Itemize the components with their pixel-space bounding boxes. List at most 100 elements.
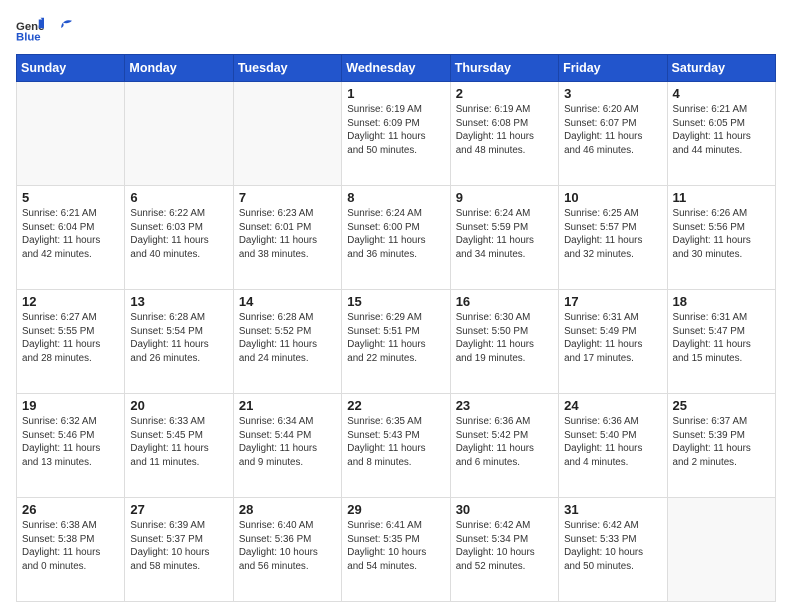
weekday-header-saturday: Saturday bbox=[667, 55, 775, 82]
logo-bird-icon bbox=[54, 19, 72, 37]
calendar-cell: 21 Sunrise: 6:34 AM Sunset: 5:44 PM Dayli… bbox=[233, 394, 341, 498]
cell-info: Sunrise: 6:31 AM Sunset: 5:49 PM Dayligh… bbox=[564, 311, 661, 366]
cell-info: Sunrise: 6:39 AM Sunset: 5:37 PM Dayligh… bbox=[130, 519, 227, 574]
day-number: 21 bbox=[239, 398, 336, 413]
calendar-cell: 29 Sunrise: 6:41 AM Sunset: 5:35 PM Dayli… bbox=[342, 498, 450, 602]
calendar-cell: 14Sunrise: 6:28 AM Sunset: 5:52 PM Dayli… bbox=[233, 290, 341, 394]
header: General Blue bbox=[16, 16, 776, 44]
cell-info: Sunrise: 6:29 AM Sunset: 5:51 PM Dayligh… bbox=[347, 311, 444, 366]
cell-info: Sunrise: 6:33 AM Sunset: 5:45 PM Dayligh… bbox=[130, 415, 227, 470]
calendar-cell: 25 Sunrise: 6:37 AM Sunset: 5:39 PM Dayli… bbox=[667, 394, 775, 498]
calendar-cell: 26 Sunrise: 6:38 AM Sunset: 5:38 PM Dayli… bbox=[17, 498, 125, 602]
cell-info: Sunrise: 6:40 AM Sunset: 5:36 PM Dayligh… bbox=[239, 519, 336, 574]
calendar-week-row: 1 Sunrise: 6:19 AM Sunset: 6:09 PM Daylig… bbox=[17, 82, 776, 186]
cell-info: Sunrise: 6:19 AM Sunset: 6:08 PM Dayligh… bbox=[456, 103, 553, 158]
calendar-week-row: 19 Sunrise: 6:32 AM Sunset: 5:46 PM Dayli… bbox=[17, 394, 776, 498]
calendar-header-row: SundayMondayTuesdayWednesdayThursdayFrid… bbox=[17, 55, 776, 82]
generalblue-logo-icon: General Blue bbox=[16, 16, 44, 44]
day-number: 13 bbox=[130, 294, 227, 309]
day-number: 12 bbox=[22, 294, 119, 309]
calendar-cell: 28 Sunrise: 6:40 AM Sunset: 5:36 PM Dayli… bbox=[233, 498, 341, 602]
calendar-cell: 20 Sunrise: 6:33 AM Sunset: 5:45 PM Dayli… bbox=[125, 394, 233, 498]
day-number: 29 bbox=[347, 502, 444, 517]
day-number: 8 bbox=[347, 190, 444, 205]
cell-info: Sunrise: 6:42 AM Sunset: 5:33 PM Dayligh… bbox=[564, 519, 661, 574]
day-number: 3 bbox=[564, 86, 661, 101]
day-number: 23 bbox=[456, 398, 553, 413]
day-number: 1 bbox=[347, 86, 444, 101]
cell-info: Sunrise: 6:24 AM Sunset: 6:00 PM Dayligh… bbox=[347, 207, 444, 262]
calendar-cell bbox=[667, 498, 775, 602]
day-number: 14 bbox=[239, 294, 336, 309]
cell-info: Sunrise: 6:28 AM Sunset: 5:54 PM Dayligh… bbox=[130, 311, 227, 366]
cell-info: Sunrise: 6:30 AM Sunset: 5:50 PM Dayligh… bbox=[456, 311, 553, 366]
day-number: 19 bbox=[22, 398, 119, 413]
weekday-header-wednesday: Wednesday bbox=[342, 55, 450, 82]
calendar-cell: 5Sunrise: 6:21 AM Sunset: 6:04 PM Daylig… bbox=[17, 186, 125, 290]
calendar-cell: 3 Sunrise: 6:20 AM Sunset: 6:07 PM Daylig… bbox=[559, 82, 667, 186]
weekday-header-thursday: Thursday bbox=[450, 55, 558, 82]
calendar-cell: 2 Sunrise: 6:19 AM Sunset: 6:08 PM Daylig… bbox=[450, 82, 558, 186]
day-number: 6 bbox=[130, 190, 227, 205]
day-number: 5 bbox=[22, 190, 119, 205]
day-number: 4 bbox=[673, 86, 770, 101]
calendar-cell: 4 Sunrise: 6:21 AM Sunset: 6:05 PM Daylig… bbox=[667, 82, 775, 186]
calendar-table: SundayMondayTuesdayWednesdayThursdayFrid… bbox=[16, 54, 776, 602]
day-number: 22 bbox=[347, 398, 444, 413]
cell-info: Sunrise: 6:41 AM Sunset: 5:35 PM Dayligh… bbox=[347, 519, 444, 574]
calendar-cell: 31 Sunrise: 6:42 AM Sunset: 5:33 PM Dayli… bbox=[559, 498, 667, 602]
day-number: 20 bbox=[130, 398, 227, 413]
cell-info: Sunrise: 6:26 AM Sunset: 5:56 PM Dayligh… bbox=[673, 207, 770, 262]
cell-info: Sunrise: 6:38 AM Sunset: 5:38 PM Dayligh… bbox=[22, 519, 119, 574]
day-number: 27 bbox=[130, 502, 227, 517]
calendar-cell: 9 Sunrise: 6:24 AM Sunset: 5:59 PM Daylig… bbox=[450, 186, 558, 290]
cell-info: Sunrise: 6:32 AM Sunset: 5:46 PM Dayligh… bbox=[22, 415, 119, 470]
day-number: 24 bbox=[564, 398, 661, 413]
day-number: 18 bbox=[673, 294, 770, 309]
cell-info: Sunrise: 6:21 AM Sunset: 6:05 PM Dayligh… bbox=[673, 103, 770, 158]
cell-info: Sunrise: 6:35 AM Sunset: 5:43 PM Dayligh… bbox=[347, 415, 444, 470]
cell-info: Sunrise: 6:31 AM Sunset: 5:47 PM Dayligh… bbox=[673, 311, 770, 366]
calendar-week-row: 5Sunrise: 6:21 AM Sunset: 6:04 PM Daylig… bbox=[17, 186, 776, 290]
svg-text:Blue: Blue bbox=[16, 32, 41, 44]
calendar-cell: 7Sunrise: 6:23 AM Sunset: 6:01 PM Daylig… bbox=[233, 186, 341, 290]
cell-info: Sunrise: 6:19 AM Sunset: 6:09 PM Dayligh… bbox=[347, 103, 444, 158]
calendar-cell: 16 Sunrise: 6:30 AM Sunset: 5:50 PM Dayli… bbox=[450, 290, 558, 394]
day-number: 2 bbox=[456, 86, 553, 101]
day-number: 7 bbox=[239, 190, 336, 205]
calendar-cell: 6 Sunrise: 6:22 AM Sunset: 6:03 PM Daylig… bbox=[125, 186, 233, 290]
cell-info: Sunrise: 6:27 AM Sunset: 5:55 PM Dayligh… bbox=[22, 311, 119, 366]
weekday-header-friday: Friday bbox=[559, 55, 667, 82]
calendar-cell: 18 Sunrise: 6:31 AM Sunset: 5:47 PM Dayli… bbox=[667, 290, 775, 394]
calendar-cell: 17 Sunrise: 6:31 AM Sunset: 5:49 PM Dayli… bbox=[559, 290, 667, 394]
weekday-header-tuesday: Tuesday bbox=[233, 55, 341, 82]
calendar-cell: 23Sunrise: 6:36 AM Sunset: 5:42 PM Dayli… bbox=[450, 394, 558, 498]
calendar-cell bbox=[17, 82, 125, 186]
cell-info: Sunrise: 6:36 AM Sunset: 5:40 PM Dayligh… bbox=[564, 415, 661, 470]
day-number: 28 bbox=[239, 502, 336, 517]
calendar-cell: 30Sunrise: 6:42 AM Sunset: 5:34 PM Dayli… bbox=[450, 498, 558, 602]
calendar-cell: 8 Sunrise: 6:24 AM Sunset: 6:00 PM Daylig… bbox=[342, 186, 450, 290]
day-number: 10 bbox=[564, 190, 661, 205]
cell-info: Sunrise: 6:34 AM Sunset: 5:44 PM Dayligh… bbox=[239, 415, 336, 470]
day-number: 11 bbox=[673, 190, 770, 205]
calendar-cell: 27 Sunrise: 6:39 AM Sunset: 5:37 PM Dayli… bbox=[125, 498, 233, 602]
logo: General Blue bbox=[16, 16, 72, 44]
day-number: 26 bbox=[22, 502, 119, 517]
day-number: 25 bbox=[673, 398, 770, 413]
cell-info: Sunrise: 6:42 AM Sunset: 5:34 PM Dayligh… bbox=[456, 519, 553, 574]
calendar-cell: 12 Sunrise: 6:27 AM Sunset: 5:55 PM Dayli… bbox=[17, 290, 125, 394]
day-number: 9 bbox=[456, 190, 553, 205]
calendar-cell: 22 Sunrise: 6:35 AM Sunset: 5:43 PM Dayli… bbox=[342, 394, 450, 498]
calendar-cell: 24 Sunrise: 6:36 AM Sunset: 5:40 PM Dayli… bbox=[559, 394, 667, 498]
day-number: 31 bbox=[564, 502, 661, 517]
day-number: 16 bbox=[456, 294, 553, 309]
day-number: 15 bbox=[347, 294, 444, 309]
calendar-week-row: 12 Sunrise: 6:27 AM Sunset: 5:55 PM Dayli… bbox=[17, 290, 776, 394]
cell-info: Sunrise: 6:24 AM Sunset: 5:59 PM Dayligh… bbox=[456, 207, 553, 262]
day-number: 17 bbox=[564, 294, 661, 309]
cell-info: Sunrise: 6:20 AM Sunset: 6:07 PM Dayligh… bbox=[564, 103, 661, 158]
calendar-cell: 13 Sunrise: 6:28 AM Sunset: 5:54 PM Dayli… bbox=[125, 290, 233, 394]
cell-info: Sunrise: 6:22 AM Sunset: 6:03 PM Dayligh… bbox=[130, 207, 227, 262]
cell-info: Sunrise: 6:37 AM Sunset: 5:39 PM Dayligh… bbox=[673, 415, 770, 470]
